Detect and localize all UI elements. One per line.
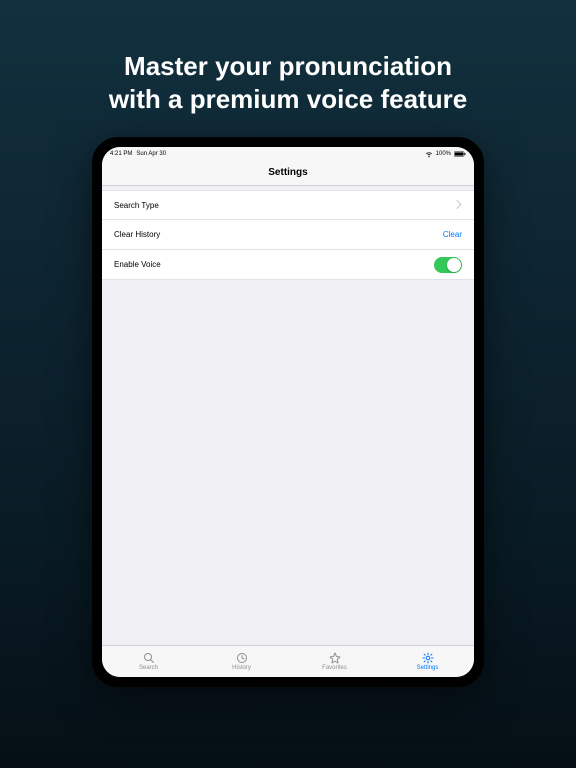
headline-line2: with a premium voice feature — [109, 84, 467, 114]
tab-label: Settings — [417, 665, 439, 671]
status-right: 100% — [425, 150, 466, 158]
enable-voice-toggle[interactable] — [434, 257, 462, 273]
row-label: Enable Voice — [114, 260, 161, 269]
status-time: 4:21 PM — [110, 151, 132, 157]
tab-history[interactable]: History — [195, 646, 288, 677]
tab-bar: Search History Favorites Settings — [102, 645, 474, 677]
wifi-icon — [425, 150, 433, 158]
search-icon — [143, 652, 155, 664]
status-date: Sun Apr 30 — [136, 151, 166, 157]
tab-search[interactable]: Search — [102, 646, 195, 677]
row-label: Search Type — [114, 201, 159, 210]
star-icon — [329, 652, 341, 664]
tab-label: History — [232, 665, 251, 671]
battery-text: 100% — [436, 151, 451, 157]
history-icon — [236, 652, 248, 664]
chevron-right-icon — [456, 200, 462, 211]
status-bar: 4:21 PM Sun Apr 30 100% — [102, 147, 474, 160]
tab-label: Favorites — [322, 665, 347, 671]
settings-content: Search Type Clear History Clear Enable V… — [102, 186, 474, 645]
headline-line1: Master your pronunciation — [124, 51, 452, 81]
row-clear-history: Clear History Clear — [102, 220, 474, 250]
tab-label: Search — [139, 665, 158, 671]
nav-bar: Settings — [102, 160, 474, 186]
status-left: 4:21 PM Sun Apr 30 — [110, 151, 166, 157]
tab-settings[interactable]: Settings — [381, 646, 474, 677]
nav-title: Settings — [268, 167, 307, 178]
clear-button[interactable]: Clear — [443, 230, 462, 239]
promo-headline: Master your pronunciation with a premium… — [0, 0, 576, 137]
tablet-screen: 4:21 PM Sun Apr 30 100% Settings Search … — [102, 147, 474, 677]
row-label: Clear History — [114, 230, 160, 239]
battery-icon — [454, 151, 466, 157]
gear-icon — [422, 652, 434, 664]
tab-favorites[interactable]: Favorites — [288, 646, 381, 677]
tablet-frame: 4:21 PM Sun Apr 30 100% Settings Search … — [92, 137, 484, 687]
row-search-type[interactable]: Search Type — [102, 190, 474, 220]
row-enable-voice: Enable Voice — [102, 250, 474, 280]
